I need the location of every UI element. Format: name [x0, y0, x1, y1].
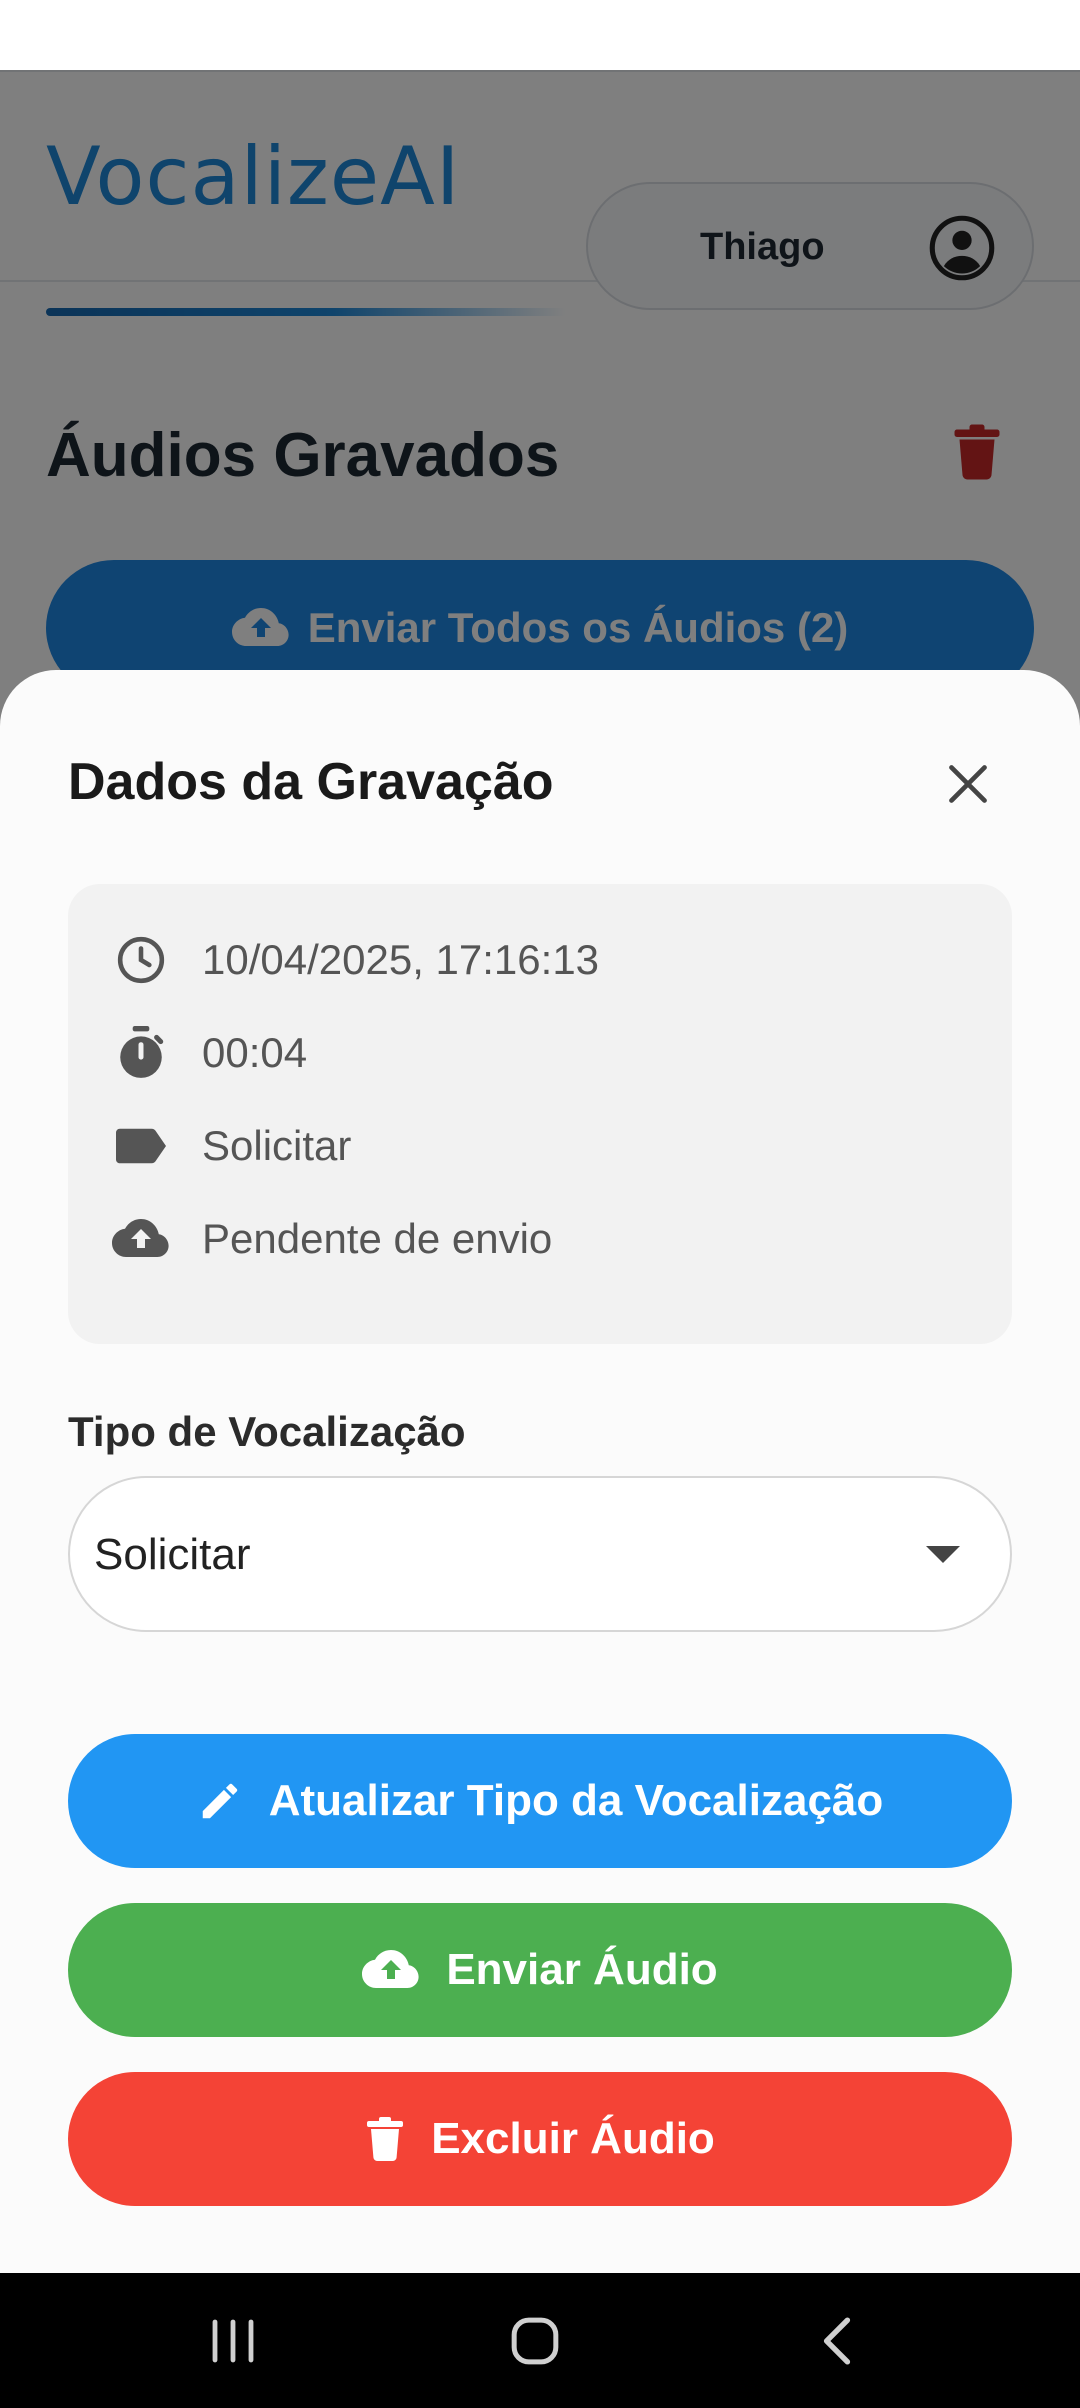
dropdown-arrow-icon [926, 1546, 960, 1563]
update-type-button[interactable]: Atualizar Tipo da Vocalização [68, 1734, 1012, 1868]
recording-datetime: 10/04/2025, 17:16:13 [202, 936, 600, 983]
nav-home-icon [511, 2317, 559, 2365]
info-row-duration: 00:04 [112, 1023, 307, 1083]
info-row-status: Pendente de envio [112, 1209, 552, 1269]
stopwatch-icon [112, 1024, 170, 1082]
label-icon [112, 1117, 170, 1175]
nav-recents-button[interactable] [188, 2301, 278, 2381]
sheet-title: Dados da Gravação [68, 753, 554, 811]
nav-back-icon [823, 2317, 851, 2365]
vocalization-type-select[interactable]: Solicitar [68, 1476, 1012, 1632]
clock-icon [112, 931, 170, 989]
trash-icon [367, 2117, 404, 2161]
delete-audio-label: Excluir Áudio [431, 2114, 715, 2163]
close-icon [949, 765, 987, 803]
recording-info-card: 10/04/2025, 17:16:13 00:04 Solicitar Pen… [68, 884, 1012, 1344]
nav-back-button[interactable] [792, 2301, 882, 2381]
nav-recents-icon [212, 2319, 254, 2363]
send-audio-button[interactable]: Enviar Áudio [68, 1903, 1012, 2037]
cloud-upload-icon [362, 1950, 419, 1988]
selected-vocalization-type: Solicitar [94, 1530, 251, 1579]
vocalization-type-label: Tipo de Vocalização [68, 1408, 466, 1455]
pencil-icon [202, 1783, 237, 1819]
recording-type: Solicitar [202, 1122, 352, 1169]
recording-details-sheet: Dados da Gravação 10/04/2025, 17:16:13 0… [0, 670, 1080, 2273]
info-row-type: Solicitar [112, 1116, 351, 1176]
delete-audio-button[interactable]: Excluir Áudio [68, 2072, 1012, 2206]
close-button[interactable] [938, 754, 998, 814]
recording-duration: 00:04 [202, 1029, 308, 1076]
nav-home-button[interactable] [490, 2301, 580, 2381]
upload-status: Pendente de envio [202, 1215, 553, 1262]
system-navigation-bar [0, 2273, 1080, 2408]
cloud-upload-icon [112, 1210, 170, 1268]
send-audio-label: Enviar Áudio [446, 1945, 718, 1994]
info-row-datetime: 10/04/2025, 17:16:13 [112, 930, 599, 990]
status-bar [0, 0, 1080, 70]
update-type-label: Atualizar Tipo da Vocalização [268, 1776, 884, 1825]
